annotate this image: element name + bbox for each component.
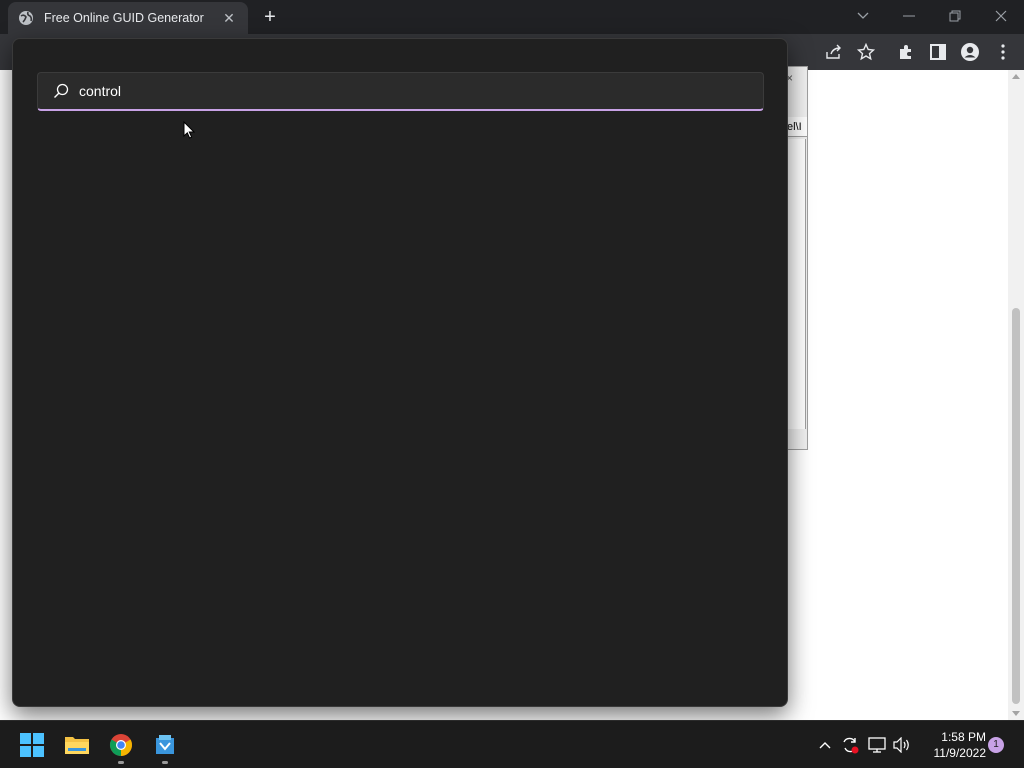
chrome-taskbar-button[interactable] (105, 729, 137, 764)
sync-icon[interactable] (840, 735, 860, 755)
windows-taskbar: 1:58 PM 11/9/2022 1 (0, 720, 1024, 768)
tab-search-chevron-icon[interactable] (840, 0, 886, 32)
start-button[interactable] (16, 729, 48, 761)
app-taskbar-button[interactable] (149, 729, 181, 764)
minimize-button[interactable] (886, 0, 932, 32)
globe-icon (18, 10, 34, 26)
search-box[interactable] (37, 72, 764, 111)
volume-icon[interactable] (892, 735, 912, 755)
profile-avatar-icon[interactable] (960, 42, 980, 62)
network-icon[interactable] (867, 735, 887, 755)
file-explorer-taskbar-button[interactable] (61, 729, 93, 761)
scroll-down-arrow-icon[interactable] (1012, 711, 1020, 716)
browser-tab[interactable]: Free Online GUID Generator ✕ (8, 2, 248, 34)
close-window-button[interactable] (978, 0, 1024, 32)
clock-time: 1:58 PM (941, 730, 986, 744)
taskbar-clock[interactable]: 1:58 PM 11/9/2022 (916, 729, 987, 761)
search-icon (53, 83, 69, 99)
app-icon (156, 735, 174, 754)
bookmark-star-icon[interactable] (856, 42, 876, 62)
windows-logo-icon (20, 733, 44, 757)
running-indicator (162, 761, 168, 764)
tab-close-icon[interactable]: ✕ (220, 10, 238, 27)
windows-search-panel (12, 38, 788, 707)
extensions-puzzle-icon[interactable] (896, 42, 916, 62)
chrome-icon (110, 734, 132, 756)
running-indicator (118, 761, 124, 764)
side-panel-icon[interactable] (928, 42, 948, 62)
browser-tab-strip: Free Online GUID Generator ✕ + (0, 0, 1024, 34)
dialog-content-area (786, 139, 806, 429)
scrollbar-thumb[interactable] (1012, 308, 1020, 704)
restore-button[interactable] (932, 0, 978, 32)
clock-date: 11/9/2022 (933, 746, 987, 760)
folder-icon (65, 737, 89, 754)
share-icon[interactable] (824, 42, 844, 62)
search-input[interactable] (79, 73, 763, 109)
dialog-path-field: el\I (786, 117, 807, 137)
scroll-up-arrow-icon[interactable] (1012, 74, 1020, 79)
mouse-cursor-icon (183, 120, 196, 139)
background-dialog-window: × el\I (786, 66, 808, 450)
chrome-menu-kebab-icon[interactable] (993, 42, 1013, 62)
show-hidden-icons-chevron-icon[interactable] (815, 735, 835, 755)
tab-title: Free Online GUID Generator (44, 11, 204, 25)
notification-badge[interactable]: 1 (988, 737, 1004, 753)
page-scrollbar[interactable] (1008, 70, 1024, 720)
new-tab-button[interactable]: + (258, 6, 282, 30)
